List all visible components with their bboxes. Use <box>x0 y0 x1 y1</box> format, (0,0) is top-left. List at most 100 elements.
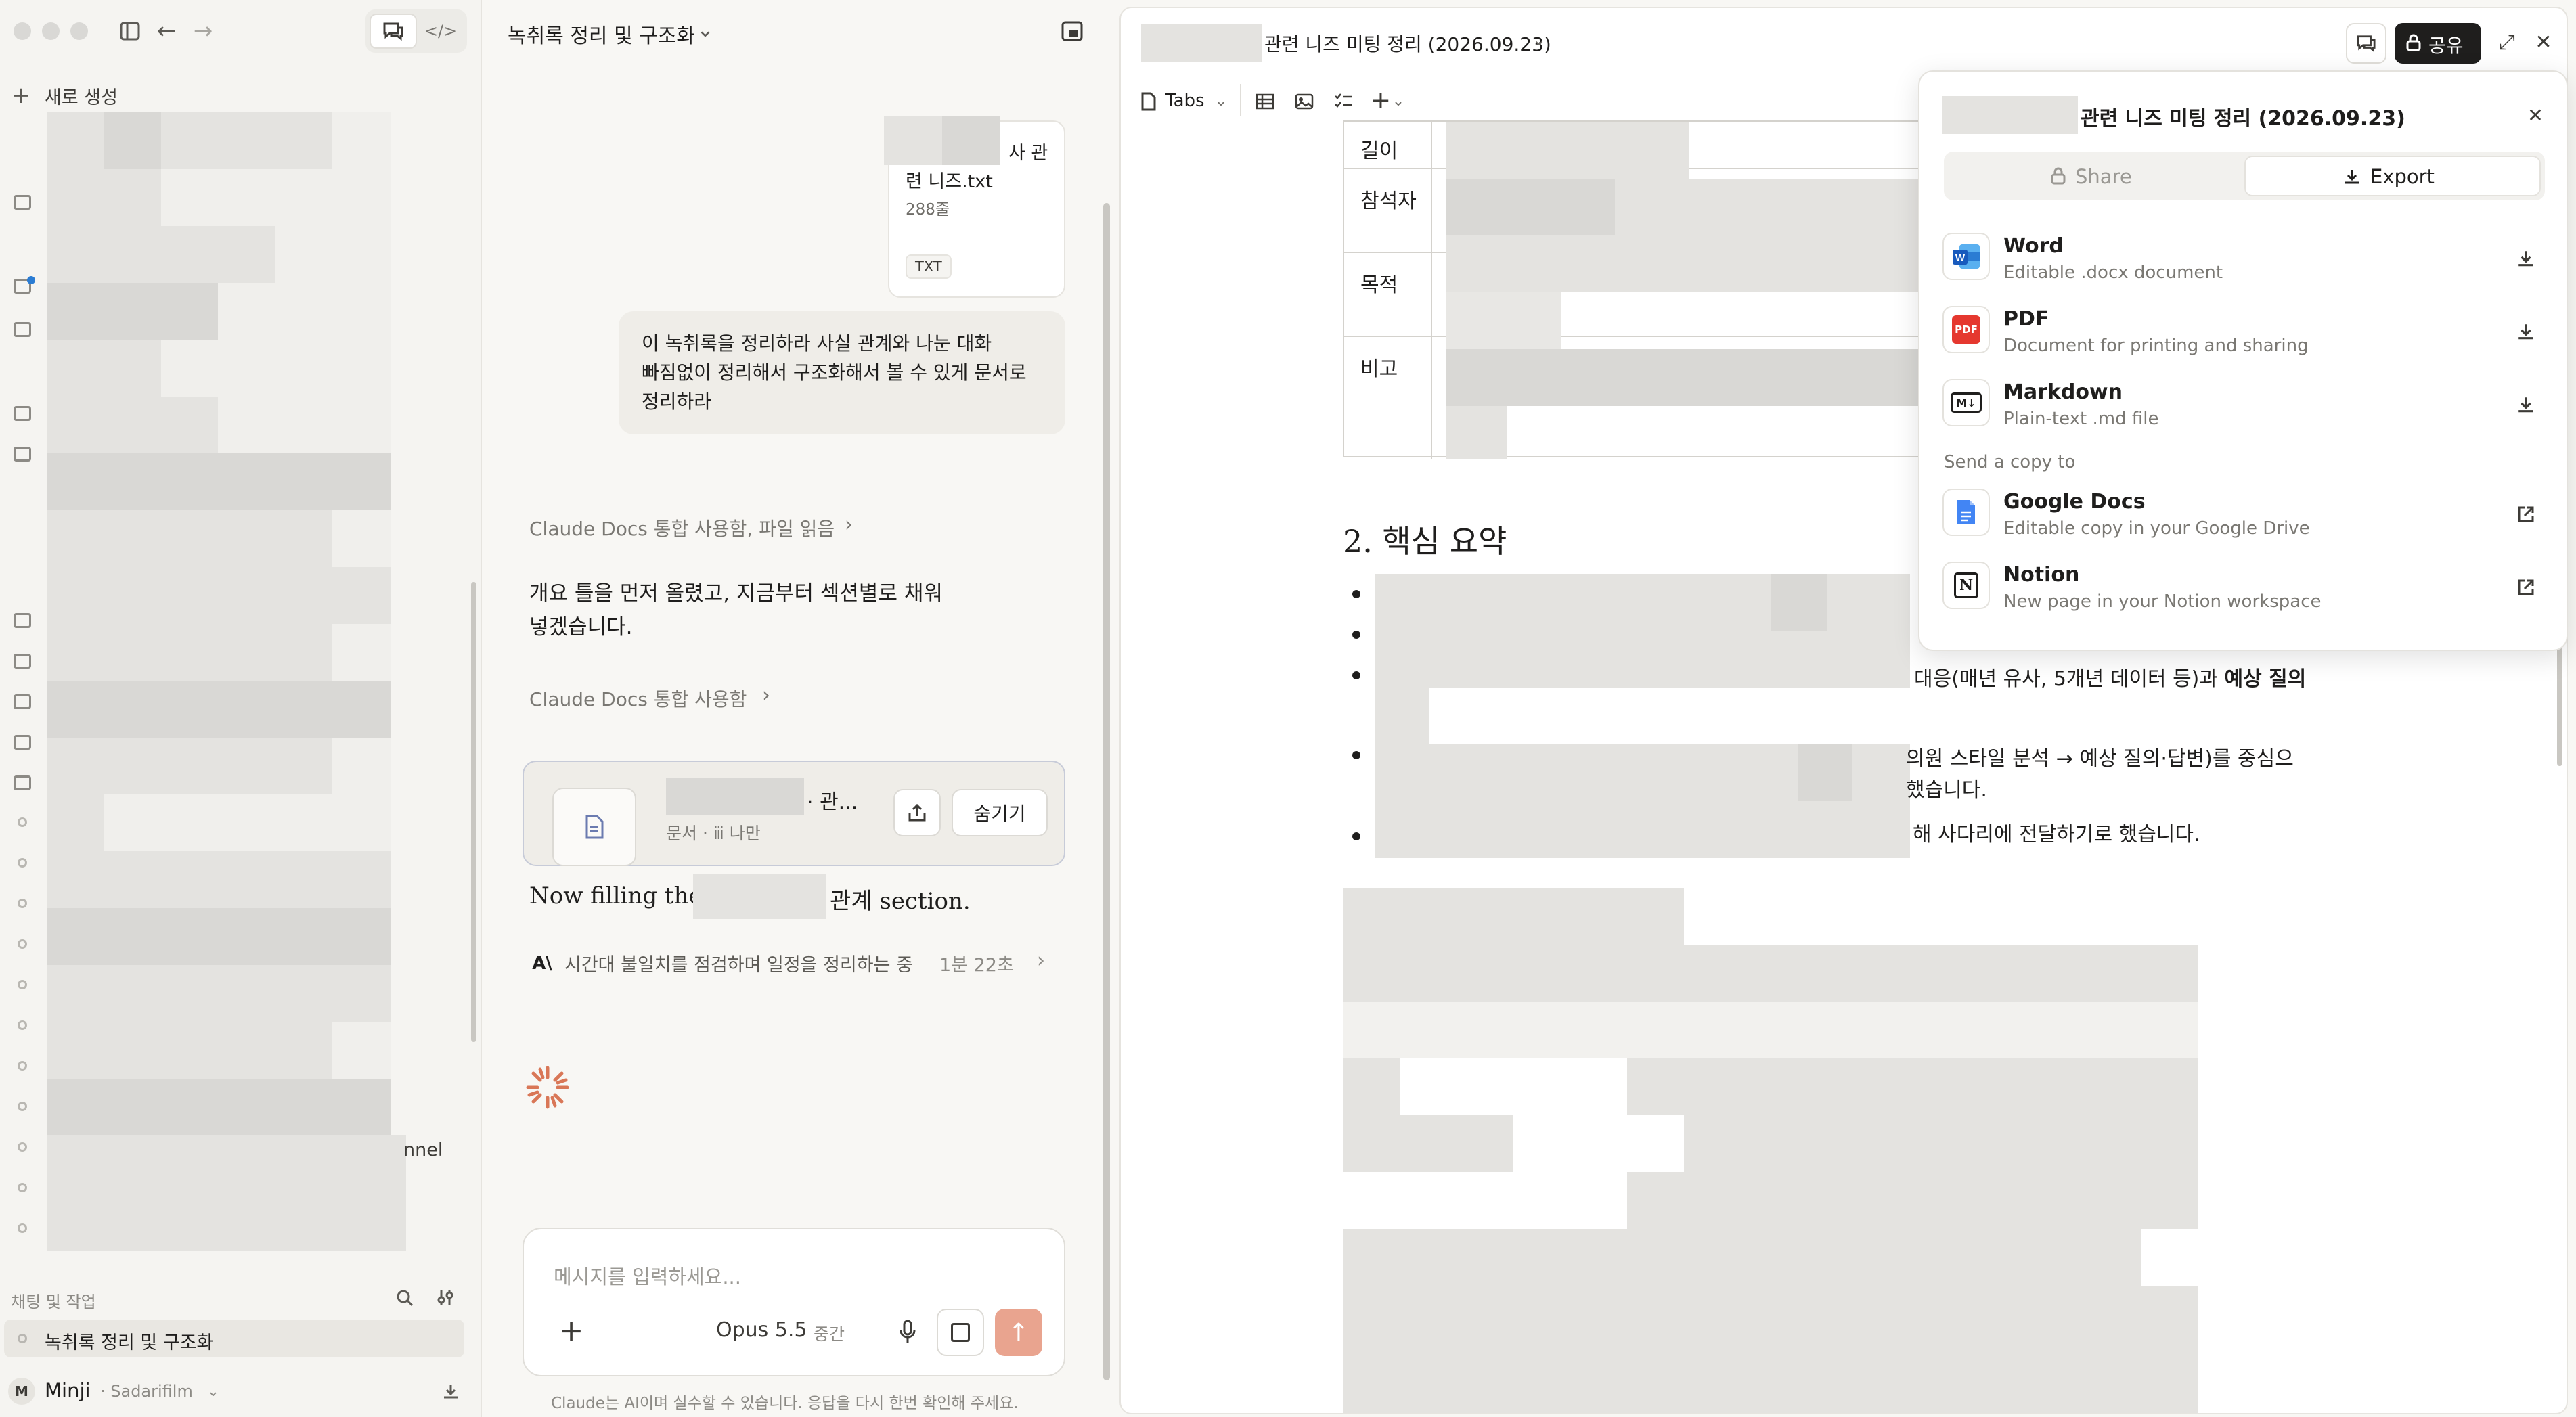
window-minimize-dot[interactable] <box>42 22 60 40</box>
message-input[interactable]: 메시지를 입력하세요... <box>554 1261 741 1290</box>
download-icon[interactable] <box>2512 245 2539 272</box>
close-icon[interactable]: ✕ <box>2522 102 2549 129</box>
window-zoom-dot[interactable] <box>70 22 88 40</box>
tool-use-label[interactable]: Claude Docs 통합 사용함 <box>529 685 747 712</box>
attachment-name-tail: 사 관 <box>1008 143 1048 164</box>
document-title-tail: · 관... <box>807 790 858 814</box>
copy-notion[interactable]: N Notion New page in your Notion workspa… <box>1929 554 2558 621</box>
redacted-table-image <box>1343 888 2198 1413</box>
ai-disclaimer: Claude는 AI이며 실수할 수 있습니다. 응답을 다시 한번 확인해 주… <box>551 1395 1019 1412</box>
tabs-menu[interactable]: Tabs <box>1165 91 1205 111</box>
export-item-desc: Document for printing and sharing <box>2003 336 2309 356</box>
project-icon <box>14 654 31 669</box>
document-card[interactable]: · 관... 문서 · ⅲ 나만 숨기기 <box>523 761 1065 866</box>
chat-dot-icon <box>18 1223 27 1233</box>
pdf-icon: PDF <box>1942 306 1990 353</box>
chat-title[interactable]: 녹취록 정리 및 구조화 <box>508 19 695 49</box>
sidebar: ← → </> + 새로 생성 nnel 채팅 및 작업 녹취록 정리 및 구조… <box>0 0 482 1417</box>
download-icon[interactable] <box>2512 391 2539 418</box>
forward-arrow-icon[interactable]: → <box>190 18 217 45</box>
share-upload-icon[interactable] <box>893 789 941 836</box>
code-mode-icon[interactable]: </> <box>418 14 463 49</box>
doc-title[interactable]: 관련 니즈 미팅 정리 (2026.09.23) <box>1264 30 1551 57</box>
export-item-desc: Plain-text .md file <box>2003 409 2159 429</box>
chevron-right-icon[interactable]: › <box>758 683 774 707</box>
export-word[interactable]: W Word Editable .docx document <box>1929 225 2558 292</box>
document-icon <box>552 788 636 866</box>
sidebar-item-partial-text[interactable]: nnel <box>403 1140 443 1161</box>
chat-dot-icon <box>18 980 27 989</box>
chevron-right-icon[interactable]: › <box>1033 949 1049 972</box>
bullet-text: 의원 스타일 분석 → 예상 질의·답변)를 중심으 <box>1906 747 2294 771</box>
mode-switch: </> <box>365 9 467 53</box>
user-name[interactable]: Minji <box>45 1379 91 1402</box>
send-copy-label: Send a copy to <box>1944 452 2076 472</box>
tool-use-label[interactable]: Claude Docs 통합 사용함, 파일 읽음 <box>529 514 835 541</box>
project-icon <box>14 195 31 210</box>
chevron-down-icon[interactable]: ⌄ <box>1213 89 1229 112</box>
toolbar-divider <box>1240 84 1241 116</box>
chat-mode-icon[interactable] <box>370 14 417 49</box>
chevron-down-icon[interactable]: ⌄ <box>203 1379 223 1403</box>
microphone-icon[interactable] <box>889 1311 926 1352</box>
comments-icon[interactable] <box>2346 23 2386 64</box>
effort-label[interactable]: 중간 <box>814 1321 845 1345</box>
expand-icon[interactable]: ⤢ <box>2493 28 2521 55</box>
search-icon[interactable] <box>393 1286 417 1310</box>
chevron-right-icon[interactable]: › <box>841 513 857 537</box>
back-arrow-icon[interactable]: ← <box>153 18 180 45</box>
attachment-lines: 288줄 <box>906 201 950 219</box>
table-row-label: 비고 <box>1360 357 1398 381</box>
tab-export[interactable]: Export <box>2244 156 2541 196</box>
chat-dot-icon <box>18 1334 27 1343</box>
unread-dot <box>27 276 35 284</box>
model-selector[interactable]: Opus 5.5 <box>716 1318 807 1342</box>
external-link-icon[interactable] <box>2512 574 2539 601</box>
chat-dot-icon <box>18 939 27 949</box>
export-markdown[interactable]: M↓ Markdown Plain-text .md file <box>1929 371 2558 438</box>
export-pdf[interactable]: PDF PDF Document for printing and sharin… <box>1929 298 2558 365</box>
svg-text:W: W <box>1955 252 1966 264</box>
table-row-label: 참석자 <box>1360 189 1417 213</box>
stop-square-icon[interactable] <box>937 1309 984 1356</box>
share-button[interactable]: 공유 <box>2395 23 2481 64</box>
send-arrow-icon[interactable]: ↑ <box>995 1309 1042 1356</box>
attachment-type-badge: TXT <box>906 254 952 279</box>
chat-dot-icon <box>18 1142 27 1152</box>
panel-layout-icon[interactable] <box>1057 16 1087 46</box>
chevron-down-icon[interactable]: ⌄ <box>692 16 719 43</box>
copy-item-name: Google Docs <box>2003 490 2146 514</box>
window-close-dot[interactable] <box>14 22 31 40</box>
tab-share[interactable]: Share <box>2075 165 2132 188</box>
assistant-message: 개요 틀을 먼저 올렸고, 지금부터 섹션별로 채워 넣겠습니다. <box>529 581 943 639</box>
hide-button[interactable]: 숨기기 <box>952 789 1048 836</box>
sidebar-item-active[interactable]: 녹취록 정리 및 구조화 <box>4 1320 464 1357</box>
new-create-label[interactable]: 새로 생성 <box>45 83 118 109</box>
export-item-name: Markdown <box>2003 380 2123 404</box>
google-docs-icon <box>1942 489 1990 536</box>
new-plus-icon[interactable]: + <box>9 82 32 109</box>
checklist-icon[interactable] <box>1331 89 1356 114</box>
filling-prefix: Now filling the <box>529 882 703 909</box>
add-plus-icon[interactable]: + <box>551 1310 592 1351</box>
chat-scrollbar[interactable] <box>1103 203 1110 1380</box>
image-icon[interactable] <box>1291 89 1317 114</box>
section-heading: 2. 핵심 요약 <box>1343 523 1507 560</box>
sidebar-toggle-icon[interactable] <box>116 18 143 45</box>
chevron-down-icon[interactable]: ⌄ <box>1390 89 1406 112</box>
info-table: 길이 참석자 목적 비고 <box>1343 120 1933 459</box>
chevron-down-icon[interactable]: ⌄ <box>1530 28 1549 51</box>
table-icon[interactable] <box>1252 89 1278 114</box>
thinking-status[interactable]: 시간대 불일치를 점검하며 일정을 정리하는 중 <box>564 950 913 976</box>
download-icon[interactable] <box>2512 318 2539 345</box>
external-link-icon[interactable] <box>2512 501 2539 528</box>
filter-icon[interactable] <box>433 1286 458 1310</box>
attachment-card[interactable]: 사 관 련 니즈.txt 288줄 TXT <box>884 116 1065 298</box>
copy-google-docs[interactable]: Google Docs Editable copy in your Google… <box>1929 480 2558 548</box>
close-icon[interactable]: ✕ <box>2530 28 2557 55</box>
sidebar-scrollbar[interactable] <box>471 582 476 1042</box>
avatar[interactable]: M <box>8 1378 35 1405</box>
project-icon <box>14 613 31 628</box>
active-chat-label: 녹취록 정리 및 구조화 <box>45 1332 214 1353</box>
download-icon[interactable] <box>437 1378 464 1405</box>
